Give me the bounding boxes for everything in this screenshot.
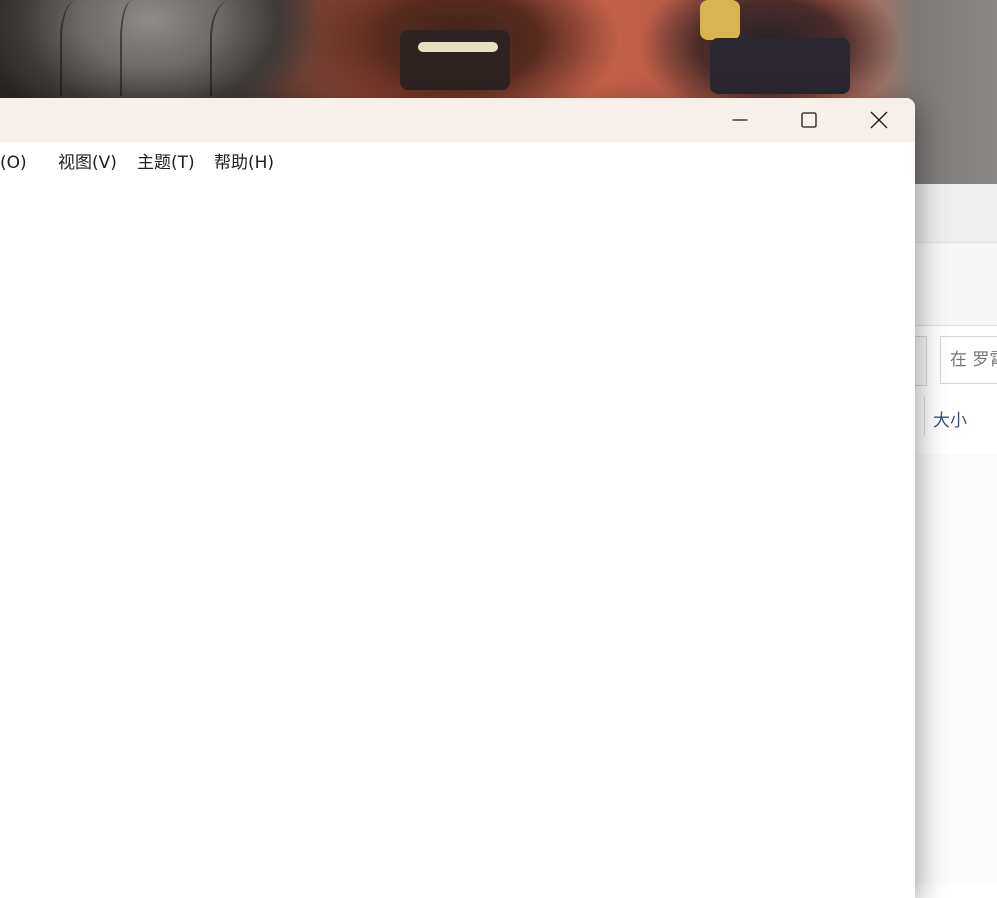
close-button[interactable]: [845, 98, 913, 142]
maximize-button[interactable]: [775, 98, 843, 142]
menu-help[interactable]: 帮助(H): [214, 148, 274, 173]
text-editor[interactable]: [0, 176, 915, 898]
menu-bar: 式(O) 视图(V) 主题(T) 帮助(H): [0, 142, 915, 176]
wallpaper-detail: [700, 0, 740, 40]
wallpaper-detail: [418, 42, 498, 52]
menu-format[interactable]: 式(O): [0, 148, 27, 173]
column-header-size[interactable]: 大小: [933, 406, 967, 431]
minimize-icon: [732, 119, 748, 121]
wallpaper-detail: [60, 0, 102, 96]
maximize-icon: [801, 112, 817, 128]
notepad-window[interactable]: 式(O) 视图(V) 主题(T) 帮助(H): [0, 98, 915, 898]
minimize-button[interactable]: [706, 98, 774, 142]
title-bar[interactable]: [0, 98, 915, 142]
wallpaper-detail: [210, 0, 262, 96]
close-icon: [870, 111, 888, 129]
wallpaper-detail: [120, 0, 152, 96]
search-input[interactable]: 在 罗霄: [940, 336, 997, 384]
wallpaper-detail: [710, 38, 850, 94]
column-divider[interactable]: [924, 396, 925, 436]
menu-theme[interactable]: 主题(T): [137, 148, 195, 173]
menu-view[interactable]: 视图(V): [58, 148, 117, 173]
wallpaper-detail: [400, 30, 510, 90]
